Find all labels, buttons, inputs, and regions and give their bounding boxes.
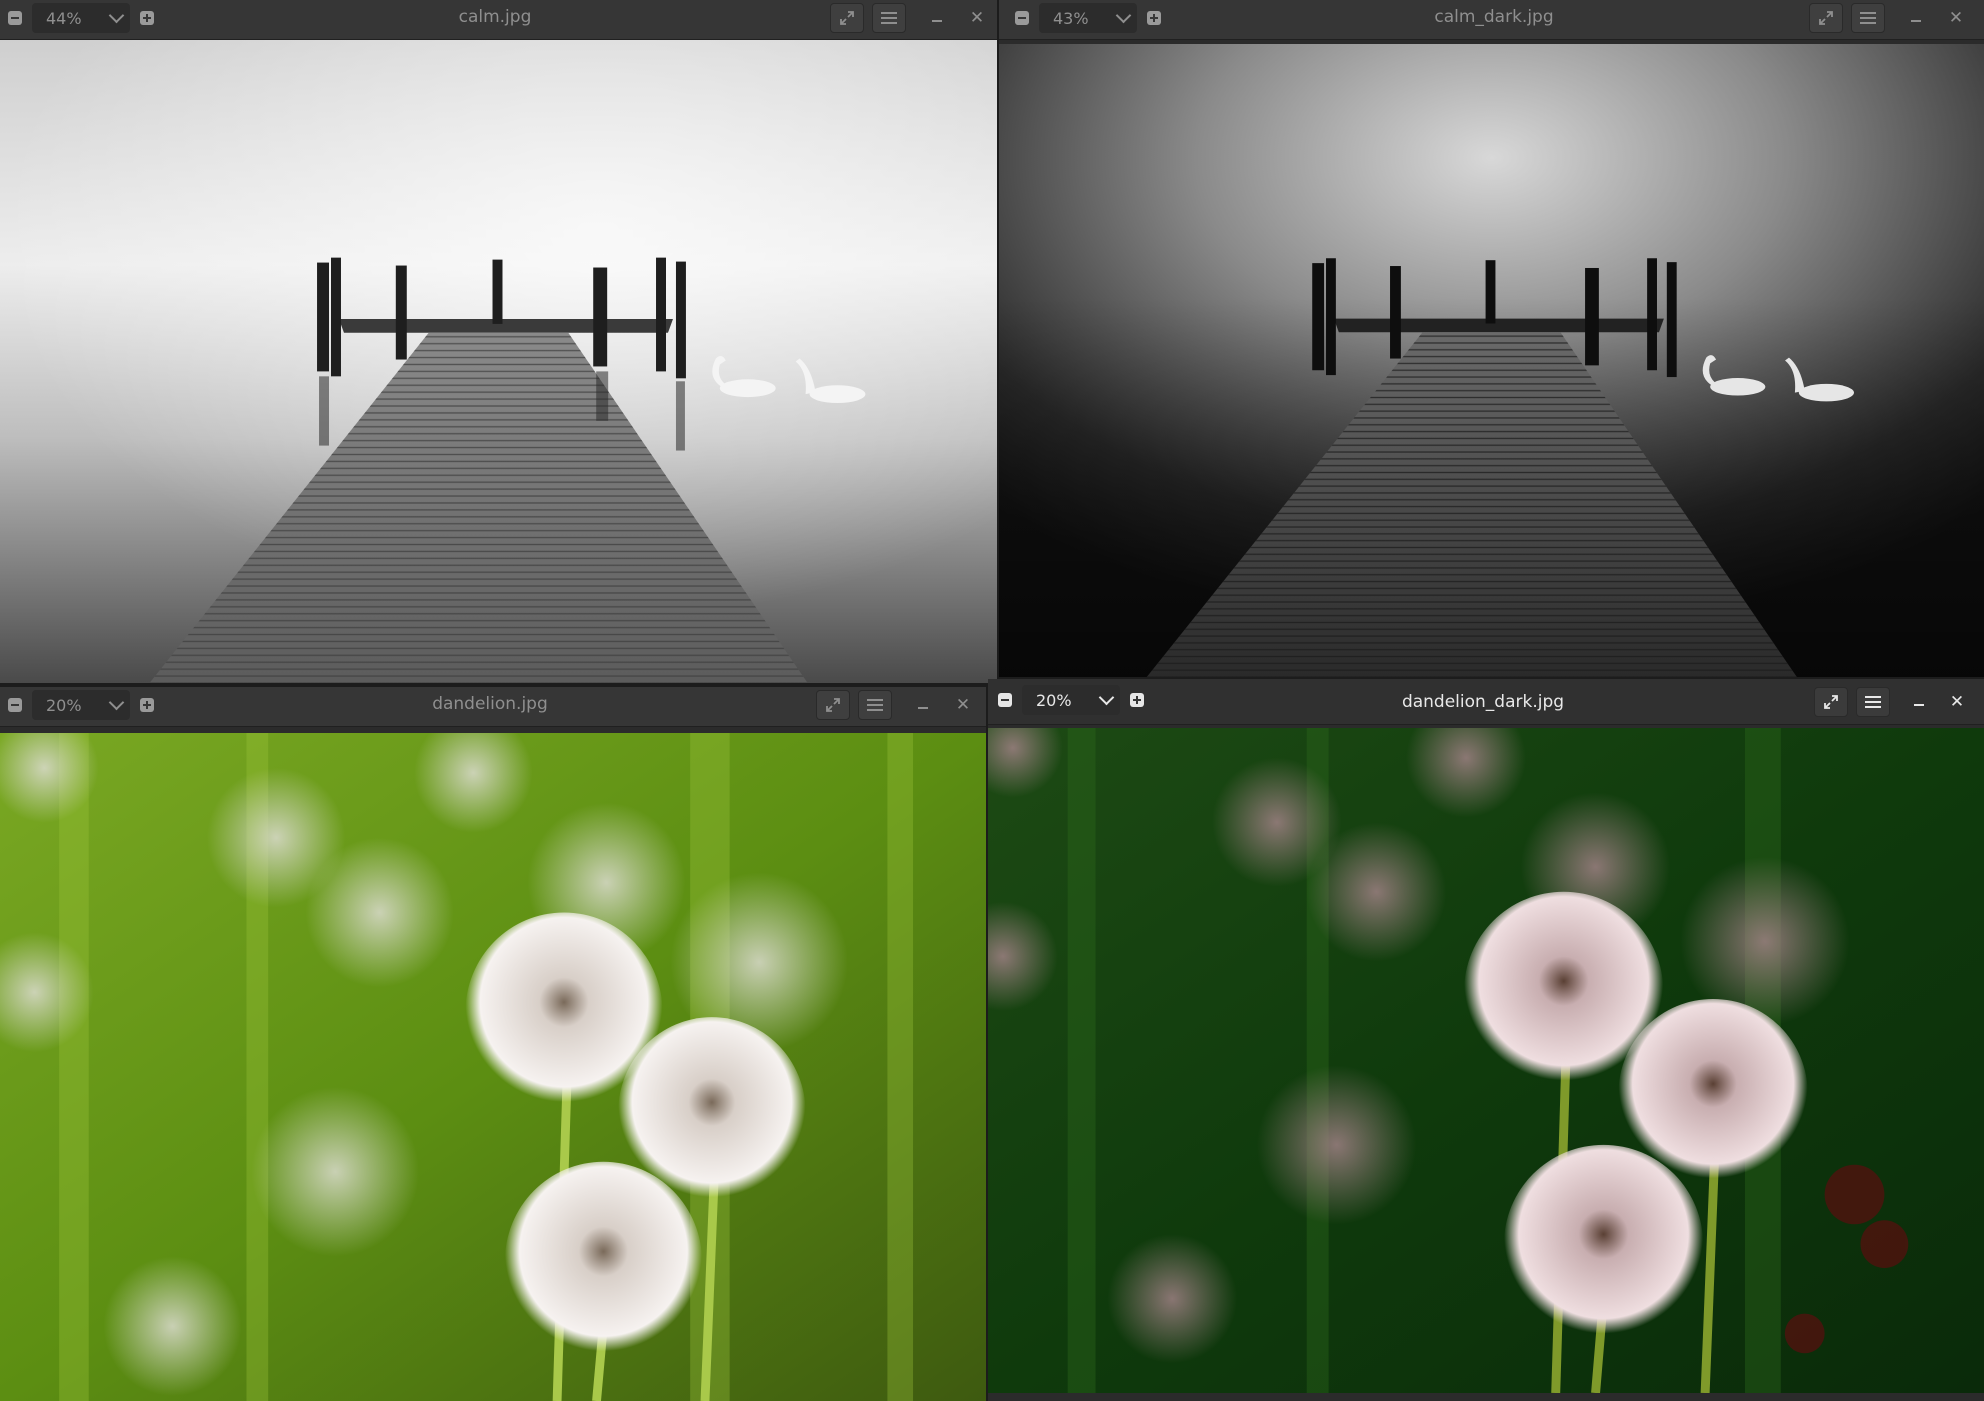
zoom-controls: 43% [1007,3,1169,33]
chevron-down-icon [108,7,125,24]
menu-button[interactable] [1851,3,1885,33]
close-button[interactable]: ✕ [1940,687,1974,717]
minimize-icon [918,707,928,709]
minus-square-icon [8,698,22,712]
window-title: calm.jpg [458,7,532,27]
titlebar: 20% dandelion_dark.jpg ✕ [988,679,1984,725]
zoom-out-button[interactable] [990,685,1020,715]
minimize-icon [932,20,942,22]
zoom-in-button[interactable] [132,3,162,33]
zoom-level-dropdown[interactable]: 44% [32,3,130,33]
image-viewport[interactable] [988,728,1984,1393]
window-dandelion-dark: 20% dandelion_dark.jpg ✕ [988,679,1984,1401]
zoom-level-value: 20% [1036,690,1072,710]
chevron-down-icon [108,694,125,711]
minimize-button[interactable] [906,690,940,720]
minimize-button[interactable] [1899,3,1933,33]
close-icon: ✕ [1948,7,1964,28]
desktop: { "windows": { "calm": { "title": "calm.… [0,0,1984,1401]
fullscreen-button[interactable] [1809,3,1843,33]
fullscreen-button[interactable] [1814,687,1848,717]
zoom-controls: 20% [990,685,1152,715]
zoom-level-dropdown[interactable]: 20% [32,690,130,720]
close-icon: ✕ [1949,691,1965,712]
close-icon: ✕ [969,7,985,28]
chevron-down-icon [1115,7,1132,24]
expand-arrows-icon [1824,695,1838,709]
titlebar: 43% calm_dark.jpg ✕ [999,0,1984,40]
minimize-button[interactable] [1902,687,1936,717]
zoom-out-button[interactable] [0,3,30,33]
minus-square-icon [998,693,1012,707]
plus-square-icon [1147,11,1161,25]
zoom-in-button[interactable] [1122,685,1152,715]
zoom-level-value: 43% [1053,8,1089,28]
window-title: dandelion_dark.jpg [1401,692,1565,712]
image-calm-dark [999,44,1984,677]
image-viewport[interactable] [999,44,1984,677]
image-dandelion-dark [988,728,1984,1393]
window-title: calm_dark.jpg [1434,7,1554,27]
close-button[interactable]: ✕ [960,3,994,33]
close-button[interactable]: ✕ [1939,3,1973,33]
plus-square-icon [140,11,154,25]
image-calm [0,40,997,683]
fullscreen-button[interactable] [830,3,864,33]
minus-square-icon [1015,11,1029,25]
minimize-button[interactable] [920,3,954,33]
plus-square-icon [140,698,154,712]
hamburger-menu-icon [1865,696,1881,708]
zoom-controls: 44% [0,3,162,33]
window-dandelion: 20% dandelion.jpg ✕ [0,687,986,1401]
menu-button[interactable] [1856,687,1890,717]
image-dandelion [0,733,986,1401]
minimize-icon [1911,20,1921,22]
hamburger-menu-icon [867,699,883,711]
minimize-icon [1914,704,1924,706]
expand-arrows-icon [826,698,840,712]
hamburger-menu-icon [1860,12,1876,24]
close-icon: ✕ [955,694,971,715]
image-viewport[interactable] [0,40,997,683]
minus-square-icon [8,11,22,25]
menu-button[interactable] [872,3,906,33]
plus-square-icon [1130,693,1144,707]
expand-arrows-icon [1819,11,1833,25]
zoom-level-value: 44% [46,8,82,28]
zoom-out-button[interactable] [0,690,30,720]
zoom-level-dropdown[interactable]: 43% [1039,3,1137,33]
zoom-level-dropdown[interactable]: 20% [1022,685,1120,715]
zoom-controls: 20% [0,690,162,720]
window-calm: 44% calm.jpg ✕ [0,0,997,683]
zoom-out-button[interactable] [1007,3,1037,33]
hamburger-menu-icon [881,12,897,24]
window-calm-dark: 43% calm_dark.jpg ✕ [999,0,1984,677]
chevron-down-icon [1098,689,1115,706]
zoom-level-value: 20% [46,695,82,715]
image-viewport[interactable] [0,733,986,1401]
close-button[interactable]: ✕ [946,690,980,720]
titlebar: 20% dandelion.jpg ✕ [0,687,986,727]
expand-arrows-icon [840,11,854,25]
fullscreen-button[interactable] [816,690,850,720]
titlebar: 44% calm.jpg ✕ [0,0,997,40]
menu-button[interactable] [858,690,892,720]
zoom-in-button[interactable] [1139,3,1169,33]
zoom-in-button[interactable] [132,690,162,720]
window-title: dandelion.jpg [432,694,548,714]
